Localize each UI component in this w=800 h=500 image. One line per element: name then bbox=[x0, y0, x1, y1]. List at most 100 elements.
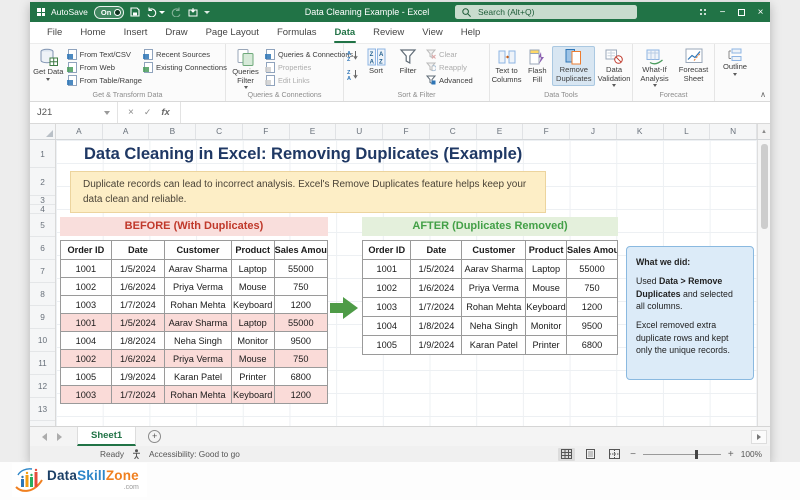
row-header[interactable]: 12 bbox=[30, 375, 55, 398]
table-cell[interactable]: Monitor bbox=[525, 316, 567, 336]
table-cell[interactable]: 1/6/2024 bbox=[110, 349, 166, 368]
app-launcher-icon[interactable] bbox=[37, 8, 45, 16]
collapse-ribbon-icon[interactable]: ∧ bbox=[760, 90, 766, 99]
ribbon-tab[interactable]: Data bbox=[326, 22, 365, 43]
from-table-range-button[interactable]: From Table/Range bbox=[66, 74, 142, 86]
clear-filter-button[interactable]: Clear bbox=[426, 48, 482, 60]
from-web-button[interactable]: From Web bbox=[66, 61, 142, 73]
zoom-out-button[interactable]: − bbox=[630, 449, 636, 460]
row-header[interactable]: 5 bbox=[30, 214, 55, 237]
table-cell[interactable]: 1005 bbox=[361, 335, 412, 355]
column-header[interactable]: C bbox=[430, 124, 477, 139]
table-cell[interactable]: Rohan Mehta bbox=[164, 385, 232, 404]
table-cell[interactable]: 1001 bbox=[361, 259, 412, 279]
ribbon-tab[interactable]: Home bbox=[71, 22, 114, 43]
row-header[interactable]: 4 bbox=[30, 204, 55, 214]
zoom-slider-thumb[interactable] bbox=[694, 449, 699, 459]
table-cell[interactable]: 1004 bbox=[60, 331, 112, 350]
next-sheet-icon[interactable] bbox=[57, 432, 62, 441]
row-header[interactable]: 6 bbox=[30, 237, 55, 260]
table-cell[interactable]: 1001 bbox=[60, 259, 112, 278]
forecast-sheet-button[interactable]: Forecast Sheet bbox=[676, 46, 712, 83]
add-sheet-button[interactable]: + bbox=[148, 430, 162, 443]
column-header[interactable]: A bbox=[56, 124, 103, 139]
row-header[interactable]: 10 bbox=[30, 329, 55, 352]
flash-fill-button[interactable]: Flash Fill bbox=[524, 46, 550, 84]
get-data-button[interactable]: Get Data bbox=[31, 46, 66, 81]
table-cell[interactable]: Monitor bbox=[230, 331, 275, 350]
undo-button[interactable] bbox=[146, 7, 166, 17]
ribbon-options-button[interactable] bbox=[694, 2, 713, 22]
table-cell[interactable]: Neha Singh bbox=[461, 316, 527, 336]
column-header[interactable]: L bbox=[664, 124, 711, 139]
column-header[interactable]: A bbox=[103, 124, 150, 139]
ribbon-tab[interactable]: Formulas bbox=[268, 22, 326, 43]
page-layout-view-button[interactable] bbox=[582, 448, 599, 461]
row-header[interactable]: 13 bbox=[30, 398, 55, 421]
zoom-slider[interactable] bbox=[642, 449, 721, 459]
ribbon-tab[interactable]: Insert bbox=[115, 22, 157, 43]
text-to-columns-button[interactable]: Text to Columns bbox=[491, 46, 522, 84]
table-cell[interactable]: Keyboard bbox=[525, 297, 567, 317]
table-cell[interactable]: Keyboard bbox=[230, 295, 275, 314]
table-cell[interactable]: 1002 bbox=[60, 277, 112, 296]
row-header[interactable]: 7 bbox=[30, 260, 55, 283]
table-cell[interactable]: Mouse bbox=[230, 349, 275, 368]
recent-sources-button[interactable]: Recent Sources bbox=[143, 48, 224, 60]
table-cell[interactable]: Neha Singh bbox=[164, 331, 232, 350]
zoom-level[interactable]: 100% bbox=[741, 449, 762, 459]
table-cell[interactable]: 1001 bbox=[60, 313, 112, 332]
ribbon-tab[interactable]: View bbox=[413, 22, 451, 43]
table-cell[interactable]: 1/5/2024 bbox=[110, 259, 166, 278]
ribbon-tab[interactable]: Review bbox=[364, 22, 413, 43]
customize-toolbar-button[interactable] bbox=[188, 7, 198, 17]
table-cell[interactable]: Karan Patel bbox=[461, 335, 527, 355]
table-cell[interactable]: Aarav Sharma bbox=[164, 259, 232, 278]
table-cell[interactable]: 750 bbox=[273, 277, 329, 296]
normal-view-button[interactable] bbox=[558, 447, 576, 461]
table-cell[interactable]: 6800 bbox=[565, 335, 619, 355]
from-text-csv-button[interactable]: From Text/CSV bbox=[66, 48, 142, 60]
tab-sheet1[interactable]: Sheet1 bbox=[77, 427, 137, 446]
table-cell[interactable]: Aarav Sharma bbox=[461, 259, 527, 279]
column-header[interactable]: J bbox=[570, 124, 617, 139]
reapply-filter-button[interactable]: Reapply bbox=[426, 61, 482, 73]
redo-button[interactable] bbox=[171, 7, 182, 17]
autosave-toggle[interactable]: On bbox=[93, 5, 125, 19]
hscroll-right-button[interactable] bbox=[751, 429, 767, 444]
table-cell[interactable]: 1/9/2024 bbox=[410, 335, 463, 355]
column-header[interactable]: B bbox=[149, 124, 197, 139]
minimize-button[interactable]: − bbox=[713, 2, 732, 22]
table-cell[interactable]: 55000 bbox=[565, 259, 619, 279]
table-cell[interactable]: Rohan Mehta bbox=[164, 295, 232, 314]
table-cell[interactable]: 1002 bbox=[361, 278, 412, 298]
column-header[interactable]: U bbox=[336, 124, 384, 139]
table-cell[interactable]: Priya Verma bbox=[164, 277, 232, 296]
table-cell[interactable]: Keyboard bbox=[230, 385, 275, 404]
filter-button[interactable]: Filter bbox=[392, 46, 424, 76]
table-cell[interactable]: 1003 bbox=[60, 295, 112, 314]
table-cell[interactable]: Rohan Mehta bbox=[461, 297, 527, 317]
maximize-button[interactable] bbox=[732, 2, 751, 22]
search-input[interactable] bbox=[476, 6, 626, 18]
table-cell[interactable]: 9500 bbox=[273, 331, 329, 350]
row-header[interactable]: 2 bbox=[30, 168, 55, 196]
table-cell[interactable]: 1/8/2024 bbox=[410, 316, 463, 336]
sort-button[interactable]: ZAAZ Sort bbox=[362, 46, 390, 76]
page-break-view-button[interactable] bbox=[606, 448, 623, 461]
scroll-up-button[interactable]: ▲ bbox=[757, 124, 770, 139]
what-if-analysis-button[interactable]: What-If Analysis bbox=[636, 46, 674, 87]
table-cell[interactable]: Aarav Sharma bbox=[164, 313, 232, 332]
select-all-corner[interactable] bbox=[30, 124, 56, 139]
table-cell[interactable]: Printer bbox=[525, 335, 567, 355]
confirm-entry-icon[interactable]: ✓ bbox=[144, 107, 152, 118]
queries-filter-button[interactable]: Queries Filter bbox=[227, 46, 264, 89]
table-cell[interactable]: 1/6/2024 bbox=[110, 277, 166, 296]
table-cell[interactable]: 1200 bbox=[565, 297, 619, 317]
name-box[interactable]: J21 bbox=[30, 102, 118, 123]
table-cell[interactable]: 1/5/2024 bbox=[410, 259, 463, 279]
sort-az-button[interactable]: AZ bbox=[347, 48, 359, 66]
table-cell[interactable]: 1/7/2024 bbox=[110, 385, 166, 404]
table-cell[interactable]: Priya Verma bbox=[164, 349, 232, 368]
column-header[interactable]: F bbox=[523, 124, 571, 139]
